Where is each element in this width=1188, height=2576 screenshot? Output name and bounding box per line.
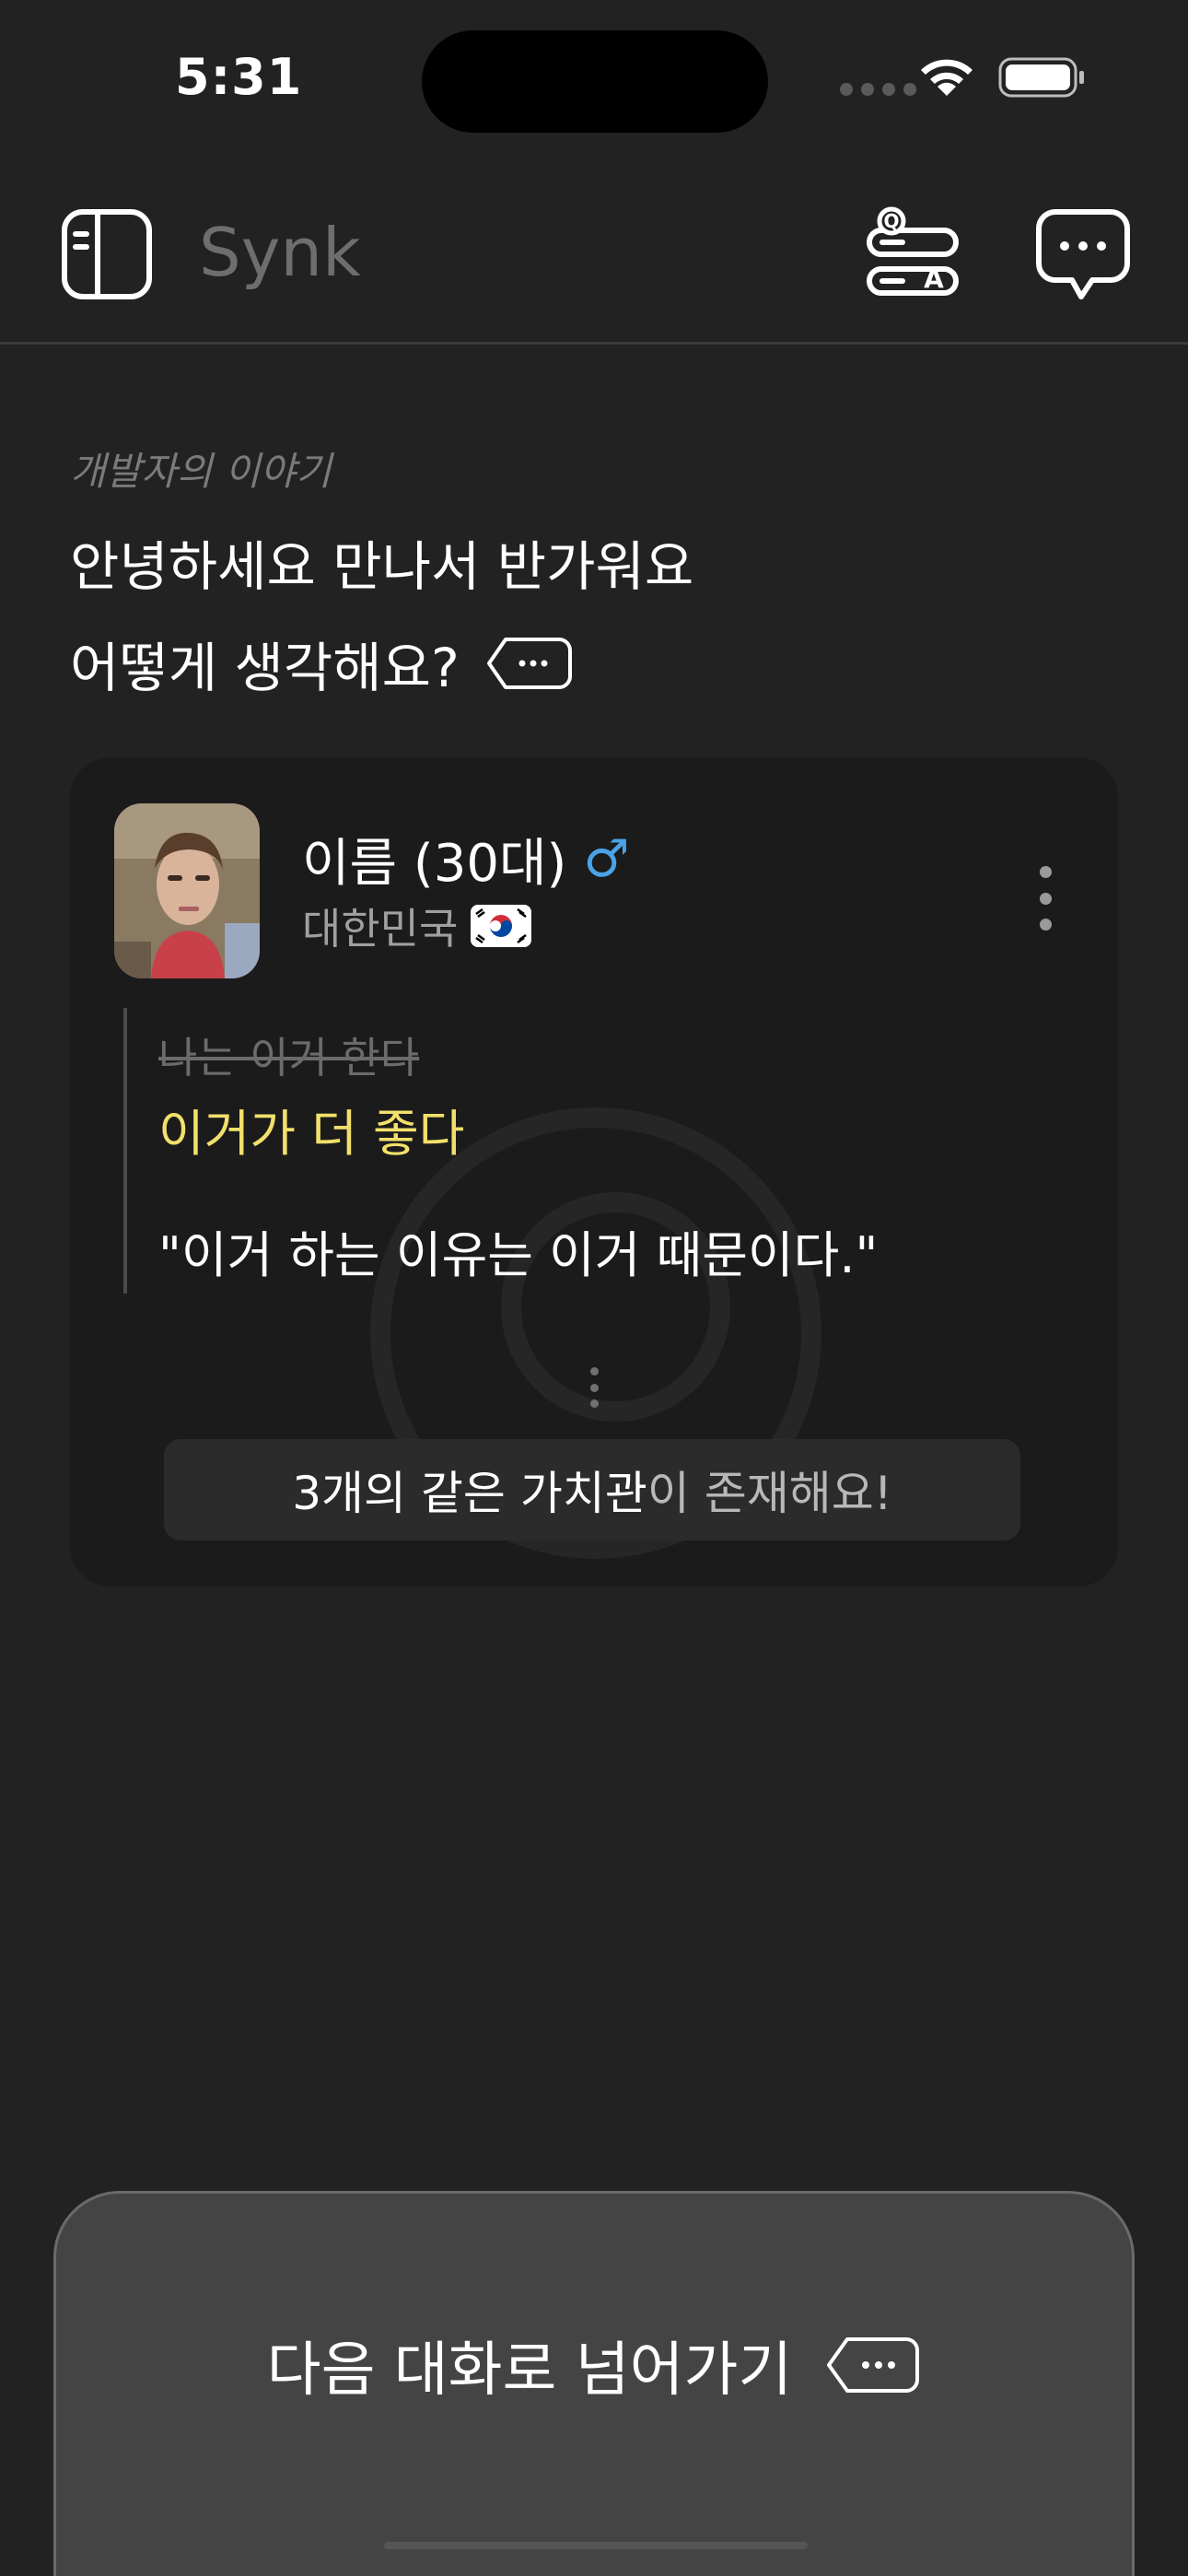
- korea-flag-icon: [471, 905, 532, 947]
- top-navigation-bar: Synk Q A: [0, 157, 1188, 345]
- status-time: 5:31: [175, 48, 303, 106]
- sidebar-toggle-icon[interactable]: [61, 208, 153, 300]
- bottom-sheet[interactable]: 다음 대화로 넘어가기: [53, 2191, 1135, 2576]
- app-screen: 5:31 Synk Q A 개발자의 이야기 안녕하세요 만나서 반가워요 어떻…: [0, 0, 1188, 2576]
- next-conversation-button[interactable]: 다음 대화로 넘어가기: [56, 2323, 1132, 2407]
- speech-bubble-icon[interactable]: [485, 636, 574, 691]
- user-country: 대한민국: [302, 904, 459, 954]
- cellular-signal-icon: [840, 83, 916, 96]
- greeting-text: 안녕하세요 만나서 반가워요: [70, 535, 694, 598]
- status-bar: 5:31: [0, 0, 1188, 157]
- answer-card[interactable]: 이름 (30대) ♂ 대한민국 나는 이거 한다 이거가 더 좋다 "이거 하는…: [70, 757, 1118, 1587]
- country-row: 대한민국: [302, 896, 532, 956]
- home-indicator: [384, 2542, 808, 2549]
- shared-values-count: 3개의 같은 가치관: [292, 1467, 647, 1520]
- speech-bubble-icon: [827, 2337, 920, 2393]
- name-row: 이름 (30대) ♂: [302, 822, 630, 896]
- battery-icon: [998, 57, 1084, 98]
- user-name: 이름 (30대): [302, 834, 567, 894]
- answer-reason: "이거 하는 이유는 이거 때문이다.": [158, 1226, 879, 1284]
- shared-values-suffix: 이 존재해요!: [646, 1467, 892, 1520]
- chat-icon[interactable]: [1035, 206, 1131, 302]
- more-vertical-icon[interactable]: [1031, 866, 1059, 931]
- wifi-icon: [921, 59, 973, 96]
- qa-icon[interactable]: Q A: [866, 205, 961, 300]
- answer-quote: 나는 이거 한다 이거가 더 좋다 "이거 하는 이유는 이거 때문이다.": [123, 1008, 1044, 1294]
- gender-male-icon: ♂: [583, 829, 630, 889]
- expand-icon[interactable]: [588, 1367, 600, 1408]
- question-text: 어떻게 생각해요?: [70, 637, 460, 699]
- svg-text:A: A: [924, 263, 944, 294]
- svg-text:Q: Q: [883, 210, 899, 232]
- next-conversation-label: 다음 대화로 넘어가기: [266, 2336, 793, 2405]
- dynamic-island: [422, 30, 768, 133]
- previous-answer: 나는 이거 한다: [158, 1033, 420, 1083]
- shared-values-button[interactable]: 3개의 같은 가치관 이 존재해요!: [164, 1439, 1020, 1540]
- question-row: 어떻게 생각해요?: [70, 625, 574, 702]
- story-label: 개발자의 이야기: [70, 449, 332, 494]
- avatar[interactable]: [114, 803, 260, 978]
- app-title: Synk: [199, 214, 361, 291]
- current-answer: 이거가 더 좋다: [158, 1105, 465, 1163]
